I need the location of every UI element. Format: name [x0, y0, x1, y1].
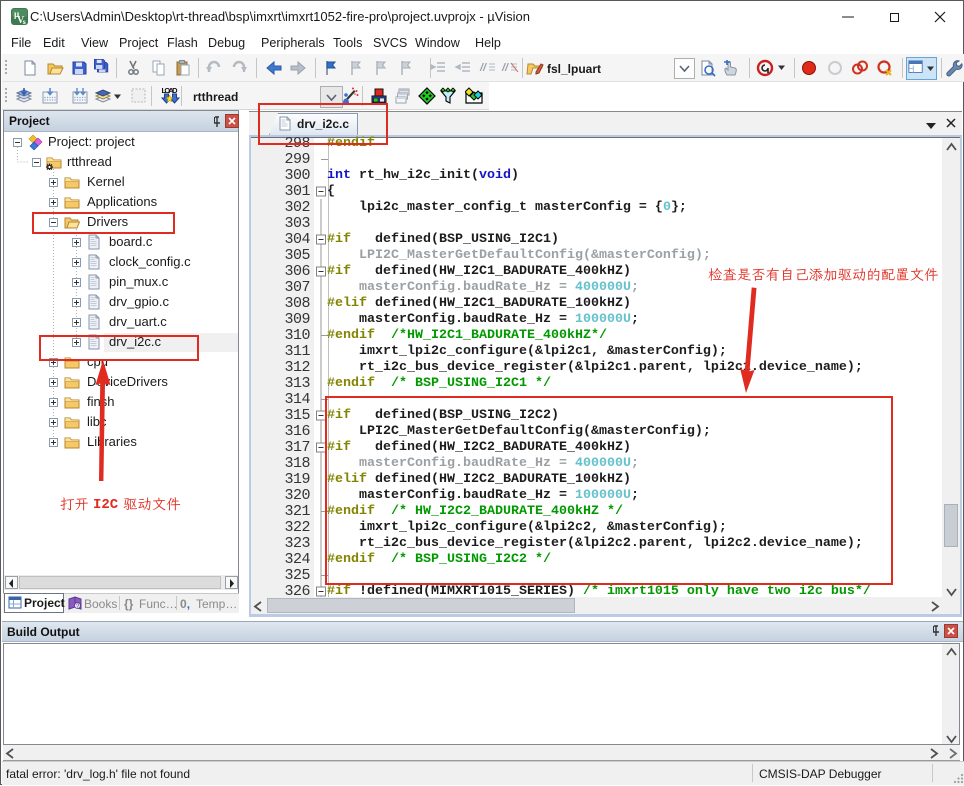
- svg-text:I2C: I2C: [93, 497, 119, 513]
